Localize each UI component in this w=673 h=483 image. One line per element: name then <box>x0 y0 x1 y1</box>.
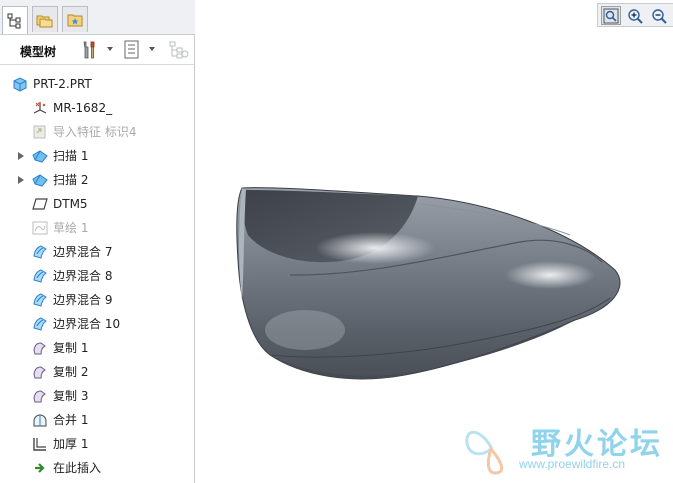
tree-item-copy-1[interactable]: 复制 1 <box>0 336 194 360</box>
tree-item-label: 草绘 1 <box>53 221 89 235</box>
tree-item-label: 复制 2 <box>53 365 89 379</box>
favorites-folder-icon <box>67 14 83 26</box>
tree-item-label: 扫描 2 <box>53 173 89 187</box>
merge-icon <box>33 414 47 427</box>
tree-root-label: PRT-2.PRT <box>33 77 92 91</box>
tree-item-label: DTM5 <box>53 197 88 211</box>
view-toolbar <box>597 3 673 27</box>
tree-item-label: 复制 3 <box>53 389 89 403</box>
zoom-out-button[interactable] <box>649 6 669 25</box>
expand-arrow[interactable] <box>18 176 24 184</box>
tree-item-coordinate-system[interactable]: MR-1682_ <box>0 96 194 120</box>
tree-item-label: 边界混合 8 <box>53 269 113 283</box>
insert-here-icon <box>35 463 45 473</box>
watermark-url: www.proewildfire.cn <box>519 457 626 471</box>
zoom-out-icon <box>652 8 667 24</box>
shoe-shell-3d-model[interactable] <box>230 180 630 390</box>
import-feature-icon <box>33 125 46 139</box>
tree-root-part[interactable]: PRT-2.PRT <box>0 72 194 96</box>
tree-item-boundary-blend-10[interactable]: 边界混合 10 <box>0 312 194 336</box>
copy-surface-icon <box>33 390 46 403</box>
tree-item-insert-here[interactable]: 在此插入 <box>0 456 194 480</box>
tree-item-label: 导入特征 标识4 <box>53 125 137 139</box>
copy-surface-icon <box>33 366 46 379</box>
zoom-in-icon <box>628 8 643 24</box>
copy-surface-icon <box>33 342 46 355</box>
model-tree-icon <box>7 13 21 28</box>
tab-model-tree[interactable] <box>2 6 28 34</box>
model-tree-panel: 模型树 PRT-2.PRT MR-1682_ 导入特征 标识4 扫描 1 扫描 … <box>0 0 195 483</box>
tools-icon <box>83 41 95 59</box>
tree-item-copy-2[interactable]: 复制 2 <box>0 360 194 384</box>
settings-list-icon <box>124 40 139 59</box>
butterfly-logo-icon <box>465 430 504 475</box>
tree-item-label: 合并 1 <box>53 413 89 427</box>
tree-item-boundary-blend-7[interactable]: 边界混合 7 <box>0 240 194 264</box>
tree-item-label: MR-1682_ <box>53 101 113 115</box>
settings-dropdown-arrow[interactable] <box>149 47 155 51</box>
tools-dropdown-arrow[interactable] <box>107 47 113 51</box>
navigator-tabstrip <box>0 0 195 35</box>
tree-item-thicken[interactable]: 加厚 1 <box>0 432 194 456</box>
zoom-in-button[interactable] <box>625 6 645 25</box>
tree-item-merge[interactable]: 合并 1 <box>0 408 194 432</box>
tree-item-label: 边界混合 9 <box>53 293 113 307</box>
sweep-icon <box>32 174 48 187</box>
tree-item-boundary-blend-9[interactable]: 边界混合 9 <box>0 288 194 312</box>
boundary-blend-icon <box>33 293 47 307</box>
folders-icon <box>36 15 53 27</box>
tab-favorites[interactable] <box>62 6 88 32</box>
expand-arrow[interactable] <box>18 152 24 160</box>
forum-watermark: 野火论坛 www.proewildfire.cn <box>459 413 673 483</box>
sweep-icon <box>32 150 48 163</box>
tree-item-label: 边界混合 7 <box>53 245 113 259</box>
tree-item-sweep-2[interactable]: 扫描 2 <box>0 168 194 192</box>
tree-item-label: 加厚 1 <box>53 437 89 451</box>
show-columns-icon <box>169 41 189 59</box>
tree-item-boundary-blend-8[interactable]: 边界混合 8 <box>0 264 194 288</box>
tree-item-sketch[interactable]: 草绘 1 <box>0 216 194 240</box>
thicken-icon <box>33 438 46 451</box>
boundary-blend-icon <box>33 245 47 259</box>
coordinate-system-icon <box>33 102 47 114</box>
refit-icon <box>603 8 619 23</box>
tree-item-import-feature[interactable]: 导入特征 标识4 <box>0 120 194 144</box>
model-tree: PRT-2.PRT MR-1682_ 导入特征 标识4 扫描 1 扫描 2 DT… <box>0 72 194 480</box>
boundary-blend-icon <box>33 269 47 283</box>
datum-plane-icon <box>32 198 48 210</box>
settings-button[interactable] <box>123 40 141 63</box>
tree-item-sweep-1[interactable]: 扫描 1 <box>0 144 194 168</box>
sketch-icon <box>32 221 48 235</box>
tree-item-datum-plane[interactable]: DTM5 <box>0 192 194 216</box>
model-tree-title: 模型树 <box>20 45 57 59</box>
refit-button[interactable] <box>601 6 621 25</box>
show-button[interactable] <box>168 40 190 63</box>
tree-item-label: 边界混合 10 <box>53 317 121 331</box>
model-tree-toolbar: 模型树 <box>0 36 194 65</box>
tree-item-label: 复制 1 <box>53 341 89 355</box>
tools-button[interactable] <box>80 40 100 63</box>
tree-item-copy-3[interactable]: 复制 3 <box>0 384 194 408</box>
tab-folder-browser[interactable] <box>32 6 58 32</box>
boundary-blend-icon <box>33 317 47 331</box>
tree-item-label: 在此插入 <box>53 461 102 475</box>
tree-item-label: 扫描 1 <box>53 149 89 163</box>
part-icon <box>13 77 27 92</box>
